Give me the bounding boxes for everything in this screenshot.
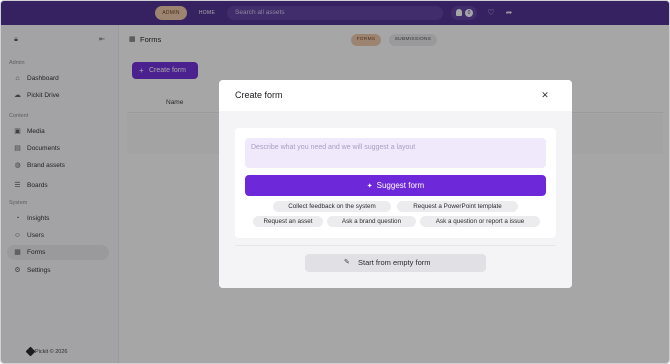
- suggestion-chip[interactable]: Collect feedback on the system: [273, 201, 391, 212]
- suggestion-chip[interactable]: Ask a question or report a issue: [420, 216, 540, 227]
- dialog-body: Describe what you need and we will sugge…: [219, 111, 572, 288]
- suggestion-chip[interactable]: Request a PowerPoint template: [397, 201, 518, 212]
- create-form-dialog: Create form ✕ Describe what you need and…: [219, 80, 572, 288]
- close-icon[interactable]: ✕: [539, 89, 551, 101]
- start-empty-form-button[interactable]: ✎ Start from empty form: [305, 254, 486, 272]
- sparkle-icon: ✦: [366, 183, 373, 190]
- dialog-title: Create form: [235, 90, 283, 100]
- describe-input[interactable]: Describe what you need and we will sugge…: [245, 138, 546, 168]
- suggest-form-button[interactable]: ✦ Suggest form: [245, 175, 546, 196]
- suggest-form-label: Suggest form: [376, 181, 425, 190]
- app-window: ADMIN HOME Search all assets 0 ♡ ➦ 🔒︎ ⇤ …: [0, 0, 670, 364]
- dialog-header: Create form ✕: [219, 80, 572, 111]
- describe-placeholder: Describe what you need and we will sugge…: [251, 144, 416, 151]
- suggestion-chip[interactable]: Ask a brand question: [327, 216, 416, 227]
- edit-icon: ✎: [344, 259, 350, 266]
- start-empty-form-label: Start from empty form: [358, 258, 431, 267]
- suggestion-chip[interactable]: Request an asset: [253, 216, 323, 227]
- suggest-card: Describe what you need and we will sugge…: [235, 128, 556, 238]
- divider: [235, 245, 556, 246]
